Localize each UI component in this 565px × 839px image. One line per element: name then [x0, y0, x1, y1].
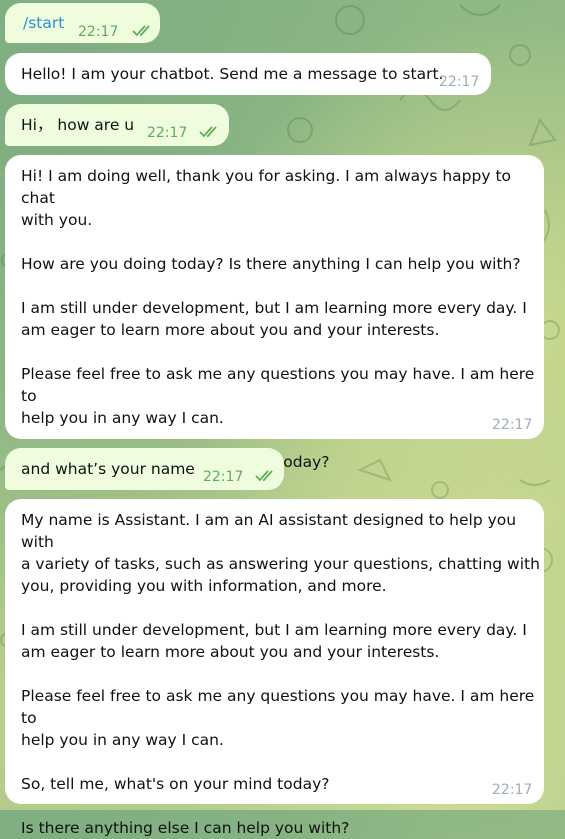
message-text: Hi， how are u [21, 116, 135, 134]
message-time: 22:17 [492, 782, 533, 798]
message-text: Hi! I am doing well, thank you for askin… [21, 167, 535, 471]
message-time: 22:17 [78, 24, 119, 40]
message-text: My name is Assistant. I am an AI assista… [21, 511, 540, 837]
incoming-message-bubble[interactable]: Hello! I am your chatbot. Send me a mess… [5, 53, 491, 95]
message-time: 22:17 [203, 469, 244, 485]
message-time: 22:17 [492, 417, 533, 433]
message-time: 22:17 [147, 125, 188, 141]
double-check-icon [132, 25, 150, 37]
message-text: and what’s your name [21, 460, 195, 478]
double-check-icon [199, 126, 217, 138]
double-check-icon [255, 470, 273, 482]
incoming-message-bubble[interactable]: Hi! I am doing well, thank you for askin… [5, 155, 544, 471]
message-text: Hello! I am your chatbot. Send me a mess… [21, 65, 444, 83]
message-time: 22:17 [439, 74, 480, 90]
message-text: /start [23, 14, 65, 32]
incoming-message-bubble[interactable]: My name is Assistant. I am an AI assista… [5, 499, 544, 837]
outgoing-message-bubble[interactable]: /start 22:17 [5, 3, 160, 43]
outgoing-message-bubble[interactable]: and what’s your name 22:17 [5, 448, 284, 490]
outgoing-message-bubble[interactable]: Hi， how are u 22:17 [5, 104, 229, 146]
